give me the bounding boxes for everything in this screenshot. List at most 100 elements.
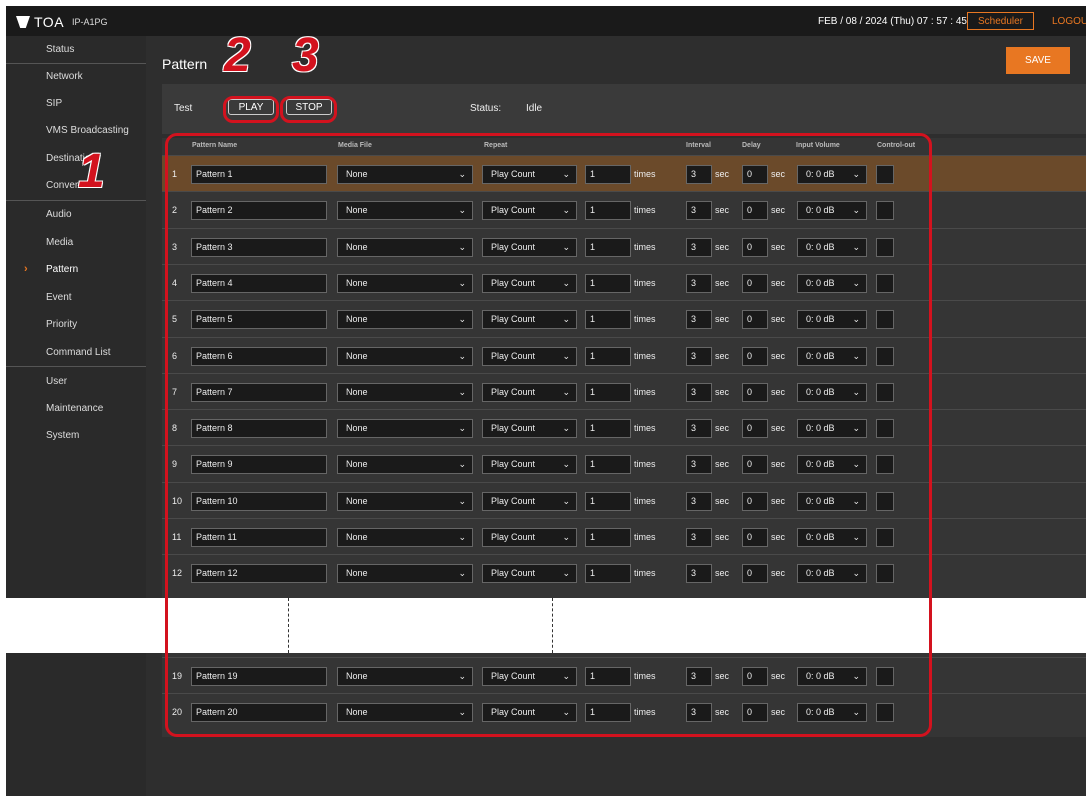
interval-input[interactable]: 3 xyxy=(686,310,712,330)
play-count-input[interactable]: 1 xyxy=(585,310,631,330)
input-volume-select[interactable]: 0: 0 dB ⌄ xyxy=(797,455,867,475)
control-out-button[interactable] xyxy=(876,273,894,293)
pattern-name-input[interactable]: Pattern 10 xyxy=(191,491,327,511)
play-count-input[interactable]: 1 xyxy=(585,491,631,511)
input-volume-select[interactable]: 0: 0 dB ⌄ xyxy=(797,273,867,293)
control-out-button[interactable] xyxy=(876,237,894,257)
pattern-name-input[interactable]: Pattern 1 xyxy=(191,165,327,184)
input-volume-select[interactable]: 0: 0 dB ⌄ xyxy=(797,310,867,330)
table-row[interactable]: 4 Pattern 4 None ⌄ Play Count ⌄ 1 times 3 sec 0 sec… xyxy=(162,263,1086,300)
pattern-name-input[interactable]: Pattern 4 xyxy=(191,273,327,293)
media-file-select[interactable]: None ⌄ xyxy=(337,382,473,402)
play-button[interactable]: PLAY xyxy=(228,99,274,115)
repeat-select[interactable]: Play Count ⌄ xyxy=(482,667,577,686)
sidebar-item-command-list[interactable]: Command List xyxy=(6,339,146,366)
interval-input[interactable]: 3 xyxy=(686,419,712,439)
repeat-select[interactable]: Play Count ⌄ xyxy=(482,310,577,330)
repeat-select[interactable]: Play Count ⌄ xyxy=(482,346,577,366)
pattern-name-input[interactable]: Pattern 19 xyxy=(191,667,327,686)
media-file-select[interactable]: None ⌄ xyxy=(337,564,473,584)
interval-input[interactable]: 3 xyxy=(686,528,712,547)
pattern-name-input[interactable]: Pattern 9 xyxy=(191,455,327,475)
delay-input[interactable]: 0 xyxy=(742,346,768,366)
logout-link[interactable]: LOGOUT xyxy=(1052,16,1086,27)
media-file-select[interactable]: None ⌄ xyxy=(337,201,473,221)
delay-input[interactable]: 0 xyxy=(742,237,768,257)
play-count-input[interactable]: 1 xyxy=(585,703,631,722)
delay-input[interactable]: 0 xyxy=(742,165,768,184)
repeat-select[interactable]: Play Count ⌄ xyxy=(482,201,577,221)
input-volume-select[interactable]: 0: 0 dB ⌄ xyxy=(797,703,867,722)
repeat-select[interactable]: Play Count ⌄ xyxy=(482,564,577,584)
sidebar-item-system[interactable]: System xyxy=(6,422,146,449)
scheduler-button[interactable]: Scheduler xyxy=(967,12,1034,30)
pattern-name-input[interactable]: Pattern 8 xyxy=(191,419,327,439)
save-button[interactable]: SAVE xyxy=(1006,47,1070,74)
repeat-select[interactable]: Play Count ⌄ xyxy=(482,491,577,511)
pattern-name-input[interactable]: Pattern 2 xyxy=(191,201,327,221)
table-row[interactable]: 7 Pattern 7 None ⌄ Play Count ⌄ 1 times 3 sec 0 sec… xyxy=(162,372,1086,409)
sidebar-item-priority[interactable]: Priority xyxy=(6,311,146,338)
table-row[interactable]: 2 Pattern 2 None ⌄ Play Count ⌄ 1 times 3 sec 0 sec… xyxy=(162,191,1086,227)
sidebar-item-destination[interactable]: Destination xyxy=(6,145,146,172)
play-count-input[interactable]: 1 xyxy=(585,346,631,366)
input-volume-select[interactable]: 0: 0 dB ⌄ xyxy=(797,237,867,257)
input-volume-select[interactable]: 0: 0 dB ⌄ xyxy=(797,491,867,511)
play-count-input[interactable]: 1 xyxy=(585,455,631,475)
play-count-input[interactable]: 1 xyxy=(585,382,631,402)
pattern-name-input[interactable]: Pattern 12 xyxy=(191,564,327,584)
control-out-button[interactable] xyxy=(876,667,894,686)
repeat-select[interactable]: Play Count ⌄ xyxy=(482,165,577,184)
input-volume-select[interactable]: 0: 0 dB ⌄ xyxy=(797,165,867,184)
media-file-select[interactable]: None ⌄ xyxy=(337,455,473,475)
delay-input[interactable]: 0 xyxy=(742,382,768,402)
stop-button[interactable]: STOP xyxy=(286,99,332,115)
sidebar-item-maintenance[interactable]: Maintenance xyxy=(6,395,146,422)
table-row[interactable]: 11 Pattern 11 None ⌄ Play Count ⌄ 1 times 3 sec 0 s… xyxy=(162,518,1086,554)
delay-input[interactable]: 0 xyxy=(742,667,768,686)
pattern-name-input[interactable]: Pattern 5 xyxy=(191,310,327,330)
repeat-select[interactable]: Play Count ⌄ xyxy=(482,703,577,722)
interval-input[interactable]: 3 xyxy=(686,201,712,221)
pattern-name-input[interactable]: Pattern 11 xyxy=(191,528,327,547)
sidebar-item-audio[interactable]: Audio xyxy=(6,201,146,228)
interval-input[interactable]: 3 xyxy=(686,491,712,511)
repeat-select[interactable]: Play Count ⌄ xyxy=(482,528,577,547)
interval-input[interactable]: 3 xyxy=(686,667,712,686)
play-count-input[interactable]: 1 xyxy=(585,667,631,686)
sidebar-item-media[interactable]: Media xyxy=(6,229,146,256)
interval-input[interactable]: 3 xyxy=(686,237,712,257)
input-volume-select[interactable]: 0: 0 dB ⌄ xyxy=(797,382,867,402)
input-volume-select[interactable]: 0: 0 dB ⌄ xyxy=(797,528,867,547)
delay-input[interactable]: 0 xyxy=(742,310,768,330)
delay-input[interactable]: 0 xyxy=(742,201,768,221)
play-count-input[interactable]: 1 xyxy=(585,165,631,184)
delay-input[interactable]: 0 xyxy=(742,273,768,293)
table-row[interactable]: 10 Pattern 10 None ⌄ Play Count ⌄ 1 times 3 sec 0 s… xyxy=(162,481,1086,518)
input-volume-select[interactable]: 0: 0 dB ⌄ xyxy=(797,667,867,686)
input-volume-select[interactable]: 0: 0 dB ⌄ xyxy=(797,346,867,366)
play-count-input[interactable]: 1 xyxy=(585,419,631,439)
table-row[interactable]: 19 Pattern 19 None ⌄ Play Count ⌄ 1 times 3 sec 0 s… xyxy=(162,657,1086,693)
interval-input[interactable]: 3 xyxy=(686,382,712,402)
play-count-input[interactable]: 1 xyxy=(585,237,631,257)
control-out-button[interactable] xyxy=(876,382,894,402)
play-count-input[interactable]: 1 xyxy=(585,273,631,293)
media-file-select[interactable]: None ⌄ xyxy=(337,237,473,257)
delay-input[interactable]: 0 xyxy=(742,455,768,475)
table-row[interactable]: 1 Pattern 1 None ⌄ Play Count ⌄ 1 times 3 sec 0 sec… xyxy=(162,155,1086,191)
table-row[interactable]: 9 Pattern 9 None ⌄ Play Count ⌄ 1 times 3 sec 0 sec… xyxy=(162,445,1086,481)
sidebar-item-convert[interactable]: Convert xyxy=(6,172,146,199)
control-out-button[interactable] xyxy=(876,564,894,584)
repeat-select[interactable]: Play Count ⌄ xyxy=(482,419,577,439)
table-row[interactable]: 20 Pattern 20 None ⌄ Play Count ⌄ 1 times 3 sec 0 s… xyxy=(162,693,1086,729)
interval-input[interactable]: 3 xyxy=(686,346,712,366)
control-out-button[interactable] xyxy=(876,310,894,330)
input-volume-select[interactable]: 0: 0 dB ⌄ xyxy=(797,201,867,221)
sidebar-item-user[interactable]: User xyxy=(6,368,146,395)
media-file-select[interactable]: None ⌄ xyxy=(337,491,473,511)
delay-input[interactable]: 0 xyxy=(742,703,768,722)
table-row[interactable]: 8 Pattern 8 None ⌄ Play Count ⌄ 1 times 3 sec 0 sec… xyxy=(162,409,1086,445)
repeat-select[interactable]: Play Count ⌄ xyxy=(482,273,577,293)
sidebar-item-pattern[interactable]: › Pattern xyxy=(6,256,146,283)
